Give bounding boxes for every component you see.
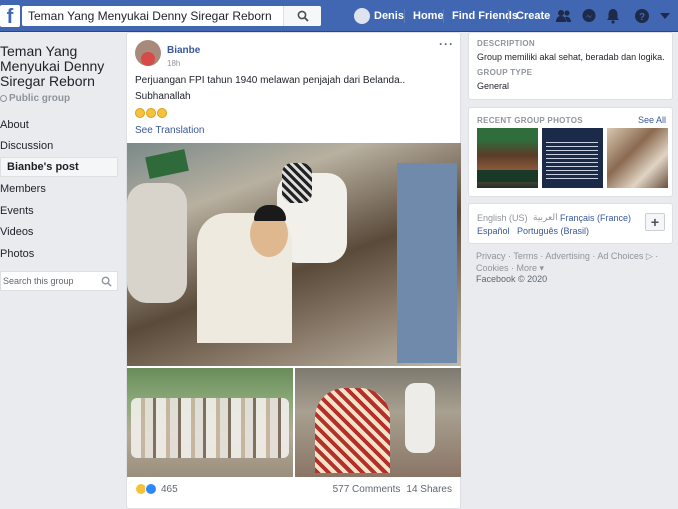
group-type: General <box>477 81 510 91</box>
recent-photos-label: RECENT GROUP PHOTOS <box>477 116 583 125</box>
sidebar-item-members[interactable]: Members <box>0 183 46 195</box>
post-options-button[interactable]: ··· <box>439 37 454 51</box>
group-privacy: Public group <box>0 93 70 104</box>
checkered-scarf <box>282 163 312 203</box>
like-reaction-icon <box>145 483 157 495</box>
sidebar-item-post[interactable]: Bianbe's post <box>0 157 118 177</box>
friend-requests-icon[interactable] <box>556 8 572 24</box>
svg-text:?: ? <box>639 12 645 23</box>
home-link[interactable]: Home <box>413 10 444 22</box>
add-language-button[interactable]: + <box>645 213 665 231</box>
facebook-logo-icon[interactable]: f <box>0 5 20 28</box>
language-link-portuguese[interactable]: Português (Brasil) <box>517 226 589 236</box>
post-photo-main[interactable] <box>127 143 461 366</box>
laughing-emoji-icon <box>146 108 156 118</box>
group-type-label: GROUP TYPE <box>477 68 533 77</box>
shares-count-link[interactable]: 14 Shares <box>406 484 452 495</box>
group-search-input[interactable]: Search this group <box>0 271 118 291</box>
profile-link[interactable]: Denis <box>374 10 404 22</box>
globe-icon <box>0 95 7 102</box>
crowd-shape <box>131 398 289 458</box>
post-photo-secondary[interactable] <box>295 368 461 477</box>
post-stats: 577 Comments 14 Shares <box>327 484 452 495</box>
reaction-count: 465 <box>161 484 178 495</box>
nav-divider <box>443 9 444 23</box>
flag-shape <box>145 149 189 179</box>
description-label: DESCRIPTION <box>477 39 535 48</box>
see-all-link[interactable]: See All <box>638 115 666 125</box>
crowd-figure <box>127 183 187 303</box>
sidebar-item-events[interactable]: Events <box>0 205 34 217</box>
recent-photos-card: RECENT GROUP PHOTOS See All <box>468 107 673 197</box>
author-avatar[interactable] <box>135 40 161 66</box>
group-search-placeholder: Search this group <box>3 276 74 286</box>
author-name[interactable]: Bianbe <box>167 45 200 56</box>
group-title[interactable]: Teman Yang Menyukai Denny Siregar Reborn <box>0 44 120 89</box>
post-emojis <box>135 108 168 121</box>
post-timestamp[interactable]: 18h <box>167 59 180 68</box>
messenger-icon[interactable] <box>581 8 597 24</box>
post-text-line: Subhanallah <box>135 91 191 102</box>
recent-photo-thumbnail[interactable] <box>607 128 668 188</box>
current-language: English (US) <box>477 213 528 223</box>
sidebar-item-photos[interactable]: Photos <box>0 248 34 260</box>
language-link-french[interactable]: Français (France) <box>560 213 631 223</box>
post-card: Bianbe 18h ··· Perjuangan FPI tahun 1940… <box>126 32 461 509</box>
sidebar-item-discussion[interactable]: Discussion <box>0 140 53 152</box>
comments-count-link[interactable]: 577 Comments <box>333 484 401 495</box>
see-translation-link[interactable]: See Translation <box>135 125 205 136</box>
search-input-value: Teman Yang Menyukai Denny Siregar Reborn <box>28 9 272 23</box>
user-avatar[interactable] <box>354 8 370 24</box>
footer-links[interactable]: Cookies · More ▾ <box>476 263 544 274</box>
post-photo-secondary[interactable] <box>127 368 293 477</box>
group-privacy-label: Public group <box>9 93 71 104</box>
notifications-bell-icon[interactable] <box>605 8 621 24</box>
nav-divider <box>404 9 405 23</box>
sidebar-item-videos[interactable]: Videos <box>0 226 33 238</box>
language-link-arabic[interactable]: العربية <box>533 212 558 223</box>
text-lines <box>546 142 598 182</box>
footer-links[interactable]: Privacy · Terms · Advertising · Ad Choic… <box>476 251 658 262</box>
group-description: Group memiliki akal sehat, beradab dan l… <box>477 52 665 62</box>
sidebar-item-about[interactable]: About <box>0 119 29 131</box>
post-text-line: Perjuangan FPI tahun 1940 melawan penjaj… <box>135 75 406 86</box>
copyright: Facebook © 2020 <box>476 274 548 284</box>
laughing-emoji-icon <box>135 108 145 118</box>
account-menu-chevron-icon[interactable] <box>660 12 670 20</box>
caption-band <box>477 170 538 182</box>
create-link[interactable]: Create <box>516 10 550 22</box>
laughing-emoji-icon <box>157 108 167 118</box>
sidebar-item-post-label: Bianbe's post <box>7 161 79 173</box>
search-icon <box>297 10 309 22</box>
top-navigation-bar: f Teman Yang Menyukai Denny Siregar Rebo… <box>0 0 678 32</box>
language-card: English (US) العربية Français (France) E… <box>468 203 673 244</box>
nav-divider <box>508 9 509 23</box>
recent-photo-thumbnail[interactable] <box>542 128 603 188</box>
group-about-card: DESCRIPTION Group memiliki akal sehat, b… <box>468 32 673 100</box>
language-link-spanish[interactable]: Español <box>477 226 510 236</box>
crowd-figure <box>397 163 457 363</box>
search-icon <box>101 276 112 287</box>
checkered-cloth <box>315 388 390 473</box>
search-input[interactable]: Teman Yang Menyukai Denny Siregar Reborn <box>22 6 321 26</box>
search-button[interactable] <box>283 6 321 26</box>
crowd-figure <box>405 383 435 453</box>
help-icon[interactable]: ? <box>634 8 650 24</box>
recent-photo-thumbnail[interactable] <box>477 128 538 188</box>
